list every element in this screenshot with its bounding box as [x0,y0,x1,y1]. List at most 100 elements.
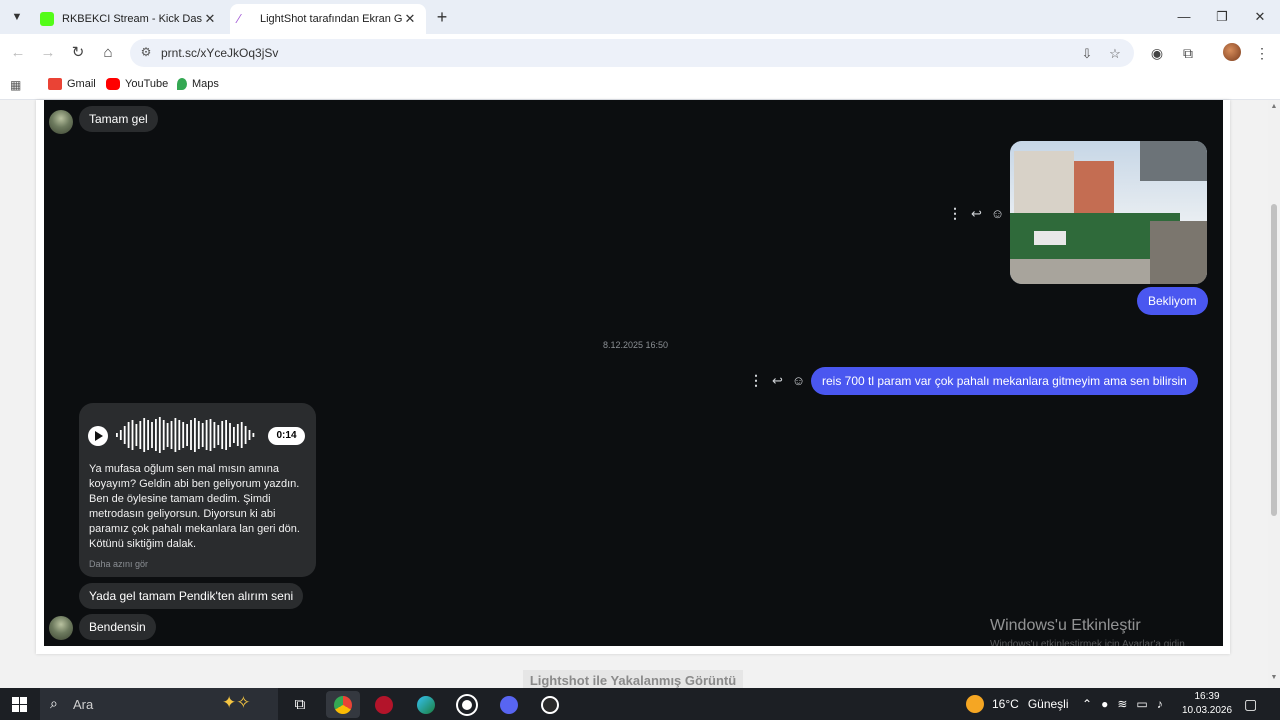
tab-lightshot[interactable]: ∕ LightShot tarafından Ekran Görüntüsü ✕ [230,4,426,34]
waveform-bar [158,417,161,453]
message-actions: ⋮ ↩ ☺ [948,205,1004,222]
restore-button[interactable]: ❐ [1204,4,1240,30]
menu-kebab-icon[interactable]: ⋮ [1252,43,1272,63]
close-tab-icon[interactable]: ✕ [202,11,218,27]
microphone-icon[interactable]: ● [1101,697,1108,711]
minimize-button[interactable]: — [1166,4,1202,30]
clock-time: 16:39 [1194,691,1220,702]
copilot-sparkle-icon[interactable]: ✦✧ [222,693,251,713]
weather-temp: 16°C [992,697,1019,711]
waveform-bar [248,430,251,440]
waveform-bar [225,420,227,450]
waveform-bar [151,422,153,448]
windows-taskbar: ⌕ Ara ✦✧ ⧉ 16°C Güneşli ⌃ ● ≋ ▭ ♪ 16:39 … [0,688,1280,720]
site-info-icon[interactable]: ⚙ [138,45,154,61]
volume-icon[interactable]: ♪ [1157,697,1163,711]
weather-desc: Güneşli [1027,697,1069,711]
tab-kick-dashboard[interactable]: RKBEKCI Stream - Kick Dashboard ✕ [32,4,226,34]
incoming-message: Bendensin [79,614,156,640]
notification-icon[interactable]: ▢ [1244,696,1257,713]
scroll-down-icon[interactable]: ▼ [1268,674,1280,684]
battery-icon[interactable]: ▭ [1136,697,1147,711]
windows-activation-subtitle: Windows'u etkinleştirmek için Ayarlar'a … [990,639,1188,650]
audio-waveform[interactable] [114,415,256,455]
security-app-icon[interactable] [367,691,401,718]
incoming-message: Tamam gel [79,106,158,132]
emoji-react-icon[interactable]: ☺ [792,373,805,388]
address-bar[interactable]: ⚙ prnt.sc/xYceJkOq3jSv ⇩ ☆ [130,39,1134,67]
waveform-bar [233,427,235,443]
obs-taskbar-icon[interactable] [533,691,567,718]
bookmark-label: YouTube [125,78,169,90]
waveform-bar [174,418,177,452]
voice-message: 0:14 Ya mufasa oğlum sen mal mısın amına… [79,403,316,577]
waveform-bar [123,426,126,444]
waveform-bar [131,420,134,450]
browser-toolbar: ← → ↻ ⌂ ⚙ prnt.sc/xYceJkOq3jSv ⇩ ☆ ◉ ⧉ ⋮ [0,34,1280,72]
scroll-thumb[interactable] [1271,204,1277,516]
profile-avatar[interactable] [1223,43,1241,61]
screenshot-image: Tamam gel ⋮ ↩ ☺ Bekliyom 8.12.2025 16:50… [44,100,1223,646]
contact-avatar [49,616,73,640]
extensions-puzzle-icon[interactable]: ⧉ [1178,43,1198,63]
bookmark-youtube[interactable]: YouTube [106,78,168,90]
forward-button[interactable]: → [37,42,59,64]
youtube-icon [106,78,120,90]
weather-widget[interactable]: 16°C Güneşli [966,688,1069,720]
waveform-bar [135,424,138,446]
tab-title: RKBEKCI Stream - Kick Dashboard [62,13,202,25]
bookmark-star-icon[interactable]: ☆ [1106,45,1124,63]
waveform-bar [162,420,165,450]
home-button[interactable]: ⌂ [97,42,119,64]
page-scrollbar[interactable]: ▲ ▼ [1268,100,1280,688]
reload-button[interactable]: ↻ [67,42,89,64]
system-tray: ⌃ ● ≋ ▭ ♪ [1082,688,1163,720]
discord-taskbar-icon[interactable] [492,691,526,718]
gmail-icon [48,78,62,90]
extension-vpn-icon[interactable]: ◉ [1147,43,1167,63]
photo-station-roof [1140,141,1207,181]
voice-transcript: Ya mufasa oğlum sen mal mısın amına koya… [89,463,300,550]
waveform-bar [186,424,188,446]
play-icon[interactable] [88,426,108,446]
incoming-message: Yada gel tamam Pendik'ten alırım seni [79,583,304,609]
sent-photo[interactable] [1010,141,1207,284]
maps-pin-icon [177,78,187,90]
new-tab-button[interactable]: + [431,6,453,28]
chrome-taskbar-icon[interactable] [326,691,360,718]
bookmark-maps[interactable]: Maps [177,78,219,90]
waveform-bar [139,421,142,449]
windows-start-icon[interactable] [12,697,27,712]
apps-grid-icon[interactable]: ▦ [10,78,24,92]
streamer-app-icon[interactable] [450,691,484,718]
bookmark-gmail[interactable]: Gmail [48,78,96,90]
reply-icon[interactable]: ↩ [772,373,783,389]
taskbar-search[interactable]: ⌕ Ara ✦✧ [40,688,278,720]
waveform-bar [236,424,239,446]
waveform-bar [205,420,208,450]
more-options-icon[interactable]: ⋮ [948,205,962,222]
more-options-icon[interactable]: ⋮ [749,372,763,389]
reply-icon[interactable]: ↩ [971,206,982,222]
scroll-up-icon[interactable]: ▲ [1268,103,1280,113]
waveform-bar [221,421,224,449]
emoji-react-icon[interactable]: ☺ [991,206,1004,221]
task-view-icon[interactable]: ⧉ [283,691,317,718]
search-icon: ⌕ [50,695,58,711]
back-button[interactable]: ← [7,42,29,64]
windows-activation-title: Windows'u Etkinleştir [990,617,1141,634]
chevron-up-icon[interactable]: ⌃ [1082,697,1092,711]
voice-duration: 0:14 [268,427,305,445]
message-timestamp: 8.12.2025 16:50 [603,340,669,350]
close-tab-icon[interactable]: ✕ [402,11,418,27]
outgoing-message: Bekliyom [1137,287,1208,315]
edge-taskbar-icon[interactable] [409,691,443,718]
taskbar-clock[interactable]: 16:39 10.03.2026 [1182,690,1232,718]
tab-search-button[interactable]: ▼ [6,6,28,28]
install-app-icon[interactable]: ⇩ [1078,45,1096,63]
url-text[interactable]: prnt.sc/xYceJkOq3jSv [161,46,278,60]
outgoing-message: reis 700 tl param var çok pahalı mekanla… [811,367,1198,395]
see-less-link[interactable]: Daha azını gör [89,559,148,569]
close-window-button[interactable]: ✕ [1242,4,1278,30]
wifi-icon[interactable]: ≋ [1117,697,1127,711]
